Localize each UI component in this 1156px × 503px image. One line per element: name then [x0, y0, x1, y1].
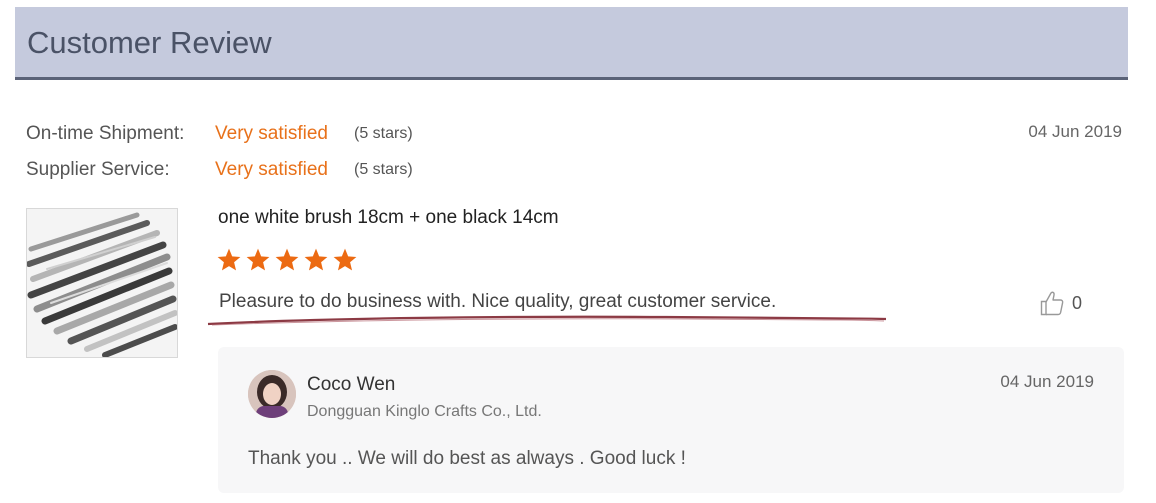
thumbs-up-icon	[1040, 291, 1064, 316]
star-icon	[246, 248, 270, 271]
review-text: Pleasure to do business with. Nice quali…	[219, 291, 777, 312]
product-thumbnail[interactable]	[26, 208, 178, 358]
service-stars: (5 stars)	[354, 161, 413, 178]
star-icon	[275, 248, 299, 271]
reply-company: Dongguan Kinglo Crafts Co., Ltd.	[307, 403, 542, 420]
review-date: 04 Jun 2019	[1028, 122, 1122, 141]
avatar	[248, 370, 296, 418]
handwritten-underline	[207, 315, 887, 326]
product-title: one white brush 18cm + one black 14cm	[218, 207, 559, 228]
service-value: Very satisfied	[215, 159, 328, 180]
supplier-reply: Coco Wen Dongguan Kinglo Crafts Co., Ltd…	[218, 347, 1124, 493]
shipment-value: Very satisfied	[215, 123, 328, 144]
shipment-stars: (5 stars)	[354, 125, 413, 142]
section-title: Customer Review	[27, 25, 272, 60]
reply-date: 04 Jun 2019	[1000, 372, 1094, 391]
avatar-image	[248, 370, 296, 418]
section-header: Customer Review	[15, 7, 1128, 80]
like-button[interactable]: 0	[1040, 290, 1082, 316]
product-image	[27, 209, 177, 357]
star-icon	[333, 248, 357, 271]
reply-author-name: Coco Wen	[307, 374, 396, 395]
star-rating	[216, 247, 358, 277]
reply-text: Thank you .. We will do best as always .…	[248, 448, 686, 469]
star-icon	[217, 248, 241, 271]
like-count: 0	[1072, 292, 1083, 313]
shipment-label: On-time Shipment:	[26, 123, 185, 144]
star-icon	[304, 248, 328, 271]
service-label: Supplier Service:	[26, 159, 170, 180]
